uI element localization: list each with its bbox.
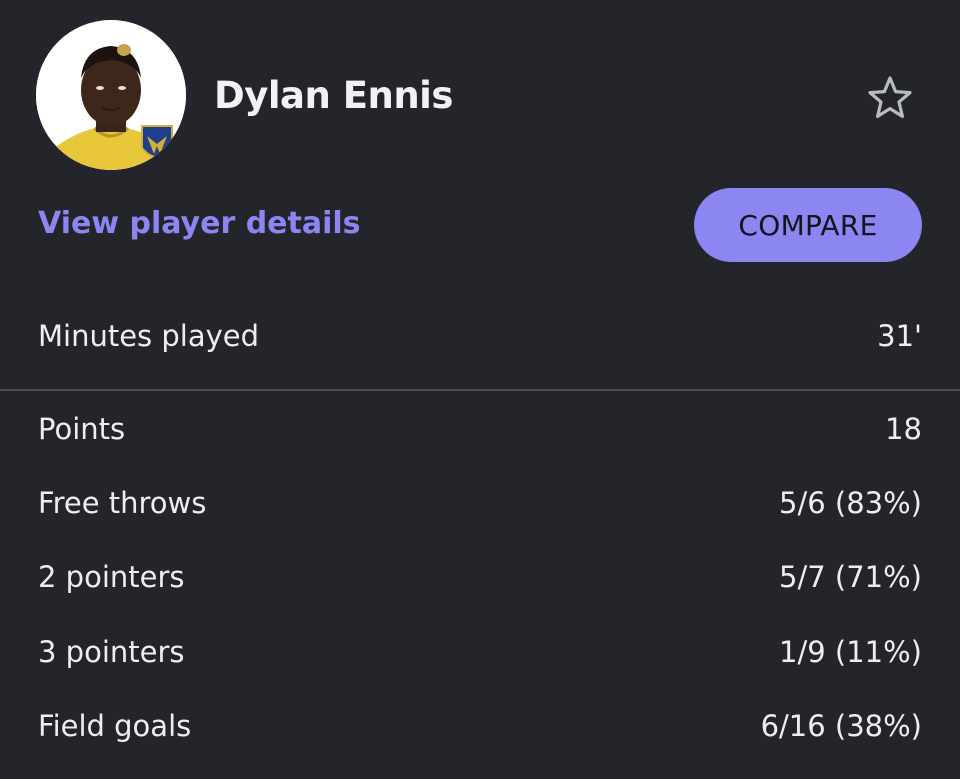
stat-label: Free throws <box>38 486 207 520</box>
compare-button[interactable]: COMPARE <box>694 188 922 262</box>
stat-label: Points <box>38 412 126 446</box>
stat-value: 6/16 (38%) <box>760 709 922 743</box>
stat-value: 5/6 (83%) <box>779 486 922 520</box>
favorite-star-icon[interactable] <box>864 72 916 124</box>
view-player-details-link[interactable]: View player details <box>38 206 361 241</box>
divider <box>0 389 960 391</box>
stat-label: 2 pointers <box>38 560 185 594</box>
stat-value: 31' <box>877 319 922 353</box>
stat-label: Minutes played <box>38 319 260 353</box>
stat-label: Field goals <box>38 709 192 743</box>
stat-value: 1/9 (11%) <box>779 635 922 669</box>
stat-value: 5/7 (71%) <box>779 560 922 594</box>
stat-row-field-goals: Field goals 6/16 (38%) <box>38 704 922 748</box>
player-avatar[interactable] <box>36 20 186 170</box>
stat-row-free-throws: Free throws 5/6 (83%) <box>38 481 922 525</box>
player-name: Dylan Ennis <box>214 74 453 117</box>
stat-value: 18 <box>885 412 922 446</box>
stat-row-3-pointers: 3 pointers 1/9 (11%) <box>38 630 922 674</box>
stat-label: 3 pointers <box>38 635 185 669</box>
stat-row-minutes: Minutes played 31' <box>38 314 922 358</box>
club-crest-icon <box>141 125 173 158</box>
player-photo <box>36 20 186 170</box>
stat-row-points: Points 18 <box>38 407 922 451</box>
stat-row-2-pointers: 2 pointers 5/7 (71%) <box>38 555 922 599</box>
player-stats-card: Dylan Ennis View player details COMPARE … <box>0 0 960 779</box>
